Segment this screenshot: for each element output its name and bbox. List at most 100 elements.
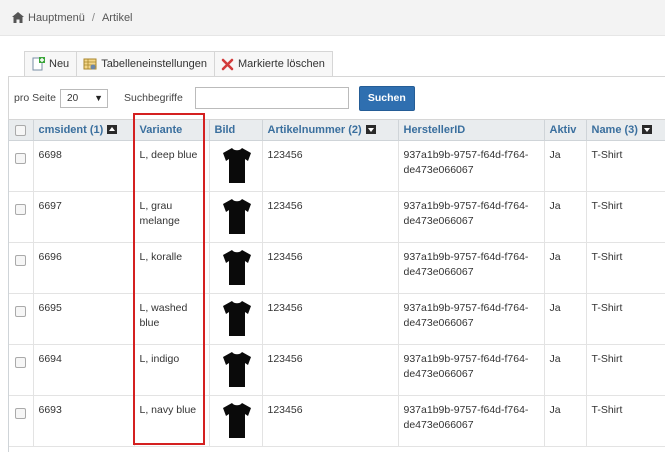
per-page-select[interactable]: 20 ▼ (60, 88, 109, 108)
column-header-name[interactable]: Name (3) (586, 120, 665, 141)
name-cell: T-Shirt (586, 242, 665, 294)
tshirt-icon (222, 402, 251, 438)
column-header-aktiv[interactable]: Aktiv (544, 120, 587, 141)
cmsident-cell: 6697 (33, 191, 135, 243)
aktiv-cell: Ja (544, 344, 587, 396)
bild-cell (209, 395, 263, 447)
variante-cell: L, washed blue (134, 293, 210, 345)
home-icon[interactable] (12, 12, 24, 23)
search-button[interactable]: Suchen (358, 85, 415, 111)
cmsident-cell: 6698 (33, 140, 135, 192)
column-header-artikelnummer[interactable]: Artikelnummer (2) (262, 120, 399, 141)
table-row[interactable]: 6696 L, koralle 123456 937a1b9b-9757-f64… (9, 242, 665, 294)
chevron-down-icon: ▼ (94, 93, 104, 103)
aktiv-cell: Ja (544, 395, 587, 447)
bild-cell (209, 140, 263, 192)
column-artikelnummer-label: Artikelnummer (2) (267, 123, 362, 136)
row-select-cell (9, 344, 34, 396)
herstellerid-cell: 937a1b9b-9757-f64d-f764-de473e066067 (398, 293, 545, 345)
cmsident-cell: 6695 (33, 293, 135, 345)
aktiv-cell: Ja (544, 293, 587, 345)
search-input[interactable] (194, 87, 349, 109)
table-row[interactable]: 6693 L, navy blue 123456 937a1b9b-9757-f… (9, 395, 665, 447)
name-cell: T-Shirt (586, 293, 665, 345)
bild-cell (209, 191, 263, 243)
column-header-variante[interactable]: Variante (134, 120, 210, 141)
variante-cell: L, navy blue (134, 395, 210, 447)
aktiv-cell: Ja (544, 191, 587, 243)
column-aktiv-label: Aktiv (549, 123, 577, 136)
sort-up-icon[interactable] (107, 125, 118, 135)
per-page-value: 20 (67, 92, 79, 104)
herstellerid-cell: 937a1b9b-9757-f64d-f764-de473e066067 (398, 242, 545, 294)
artikelnummer-cell: 123456 (262, 293, 399, 345)
row-checkbox[interactable] (15, 203, 27, 215)
row-select-cell (9, 293, 34, 345)
filter-bar: pro Seite 20 ▼ Suchbegriffe Suchen (8, 76, 665, 120)
aktiv-cell: Ja (544, 140, 587, 192)
cmsident-cell: 6696 (33, 242, 135, 294)
table-row[interactable]: 6698 L, deep blue 123456 937a1b9b-9757-f… (9, 140, 665, 192)
breadcrumb: Hauptmenü / Artikel (0, 0, 665, 36)
article-table: cmsident (1) Variante Bild Artikelnummer… (8, 120, 665, 452)
herstellerid-cell: 937a1b9b-9757-f64d-f764-de473e066067 (398, 140, 545, 192)
column-variante-label: Variante (139, 123, 183, 136)
table-row[interactable]: 6695 L, washed blue 123456 937a1b9b-9757… (9, 293, 665, 345)
row-checkbox[interactable] (15, 407, 27, 419)
table-header-row: cmsident (1) Variante Bild Artikelnummer… (9, 120, 665, 141)
variante-cell: L, deep blue (134, 140, 210, 192)
row-checkbox[interactable] (15, 254, 27, 266)
breadcrumb-separator: / (91, 11, 95, 24)
bild-cell (209, 293, 263, 345)
breadcrumb-current: Artikel (101, 11, 133, 24)
column-header-cmsident[interactable]: cmsident (1) (33, 120, 135, 141)
tshirt-icon (222, 300, 251, 336)
cmsident-cell: 6694 (33, 344, 135, 396)
table-settings-button[interactable]: Tabelleneinstellungen (77, 52, 215, 76)
aktiv-cell: Ja (544, 242, 587, 294)
delete-marked-label: Markierte löschen (238, 58, 325, 70)
artikelnummer-cell: 123456 (262, 140, 399, 192)
row-checkbox[interactable] (15, 152, 27, 164)
herstellerid-cell: 937a1b9b-9757-f64d-f764-de473e066067 (398, 395, 545, 447)
artikelnummer-cell: 123456 (262, 242, 399, 294)
delete-x-icon (221, 58, 234, 70)
select-all-checkbox[interactable] (15, 124, 27, 136)
toolbar: Neu Tabelleneinstellungen Markierte lösc… (24, 51, 333, 76)
new-button-label: Neu (49, 58, 70, 70)
tshirt-icon (222, 147, 251, 183)
row-select-cell (9, 191, 34, 243)
tshirt-icon (222, 249, 251, 285)
row-select-cell (9, 140, 34, 192)
new-document-icon (32, 57, 45, 71)
name-cell: T-Shirt (586, 191, 665, 243)
sort-down-icon[interactable] (365, 125, 376, 135)
artikelnummer-cell: 123456 (262, 191, 399, 243)
table-settings-icon (83, 58, 97, 70)
row-checkbox[interactable] (15, 356, 27, 368)
table-row[interactable]: 6694 L, indigo 123456 937a1b9b-9757-f64d… (9, 344, 665, 396)
tshirt-icon (222, 351, 251, 387)
row-checkbox[interactable] (15, 305, 27, 317)
toolbar-area: Neu Tabelleneinstellungen Markierte lösc… (0, 36, 665, 76)
bild-cell (209, 242, 263, 294)
column-header-herstellerid[interactable]: HerstellerID (398, 120, 545, 141)
column-header-bild[interactable]: Bild (209, 120, 263, 141)
breadcrumb-home-link[interactable]: Hauptmenü (28, 12, 85, 24)
column-name-label: Name (3) (591, 123, 638, 136)
artikelnummer-cell: 123456 (262, 344, 399, 396)
select-all-header (9, 120, 34, 141)
new-button[interactable]: Neu (25, 52, 78, 76)
column-cmsident-label: cmsident (1) (38, 123, 104, 136)
column-bild-label: Bild (214, 123, 236, 136)
bild-cell (209, 344, 263, 396)
column-herstellerid-label: HerstellerID (403, 123, 466, 136)
row-select-cell (9, 242, 34, 294)
tshirt-icon (222, 198, 251, 234)
per-page-label: pro Seite (14, 92, 57, 104)
row-select-cell (9, 395, 34, 447)
search-label: Suchbegriffe (124, 92, 183, 104)
delete-marked-button[interactable]: Markierte löschen (215, 52, 332, 76)
sort-down-icon[interactable] (641, 125, 652, 135)
table-row[interactable]: 6697 L, grau melange 123456 937a1b9b-975… (9, 191, 665, 243)
